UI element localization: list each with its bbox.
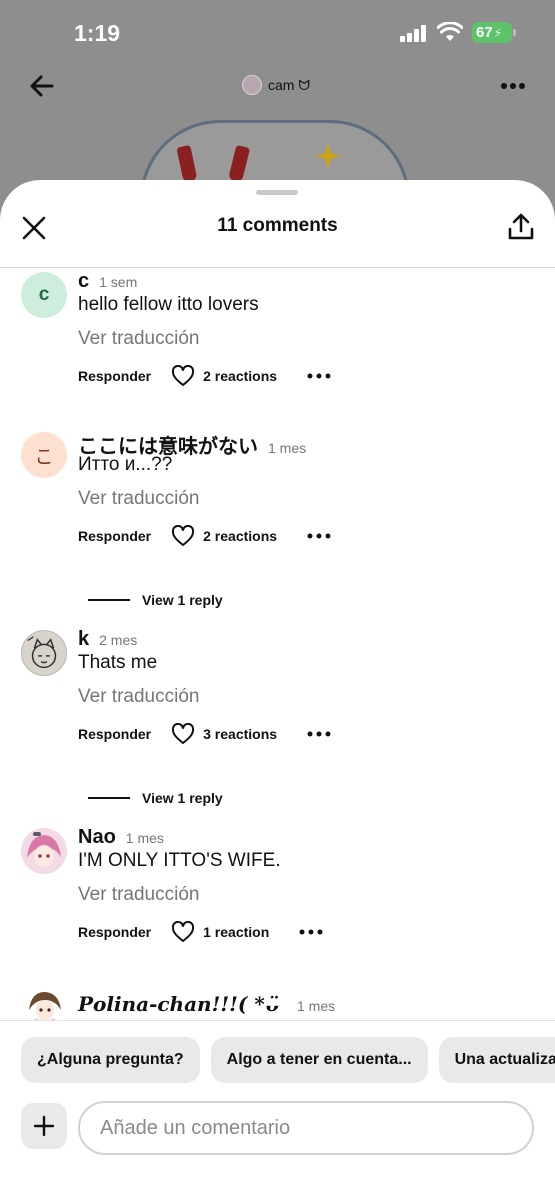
reply-button[interactable]: Responder — [78, 726, 151, 742]
avatar-drawing — [21, 828, 67, 874]
view-replies-label: View 1 reply — [142, 790, 223, 806]
status-bar: 1:19 67 ⚡ — [0, 0, 555, 64]
heart-icon[interactable] — [171, 525, 195, 547]
translate-link[interactable]: Ver traducción — [78, 488, 199, 510]
comment-text: I'M ONLY ITTO'S WIFE. — [78, 850, 281, 871]
comment-item: k 2 mes Thats me Ver traducción Responde… — [0, 628, 555, 770]
comment-item-partial: 𝑷𝒐𝒍𝒊𝒏𝒂-𝒄𝒉𝒂𝒏!!!( *ᴗ̈ 1 mes — [0, 988, 555, 1022]
avatar[interactable] — [21, 828, 67, 874]
heart-icon[interactable] — [171, 723, 195, 745]
comment-header: k 2 mes — [78, 628, 137, 651]
comment-author[interactable]: k — [78, 628, 89, 651]
comments-count-title: 11 comments — [217, 215, 338, 236]
reactions-count[interactable]: 2 reactions — [203, 368, 277, 384]
comment-more-icon[interactable] — [307, 533, 331, 539]
avatar-initial: c — [38, 284, 50, 305]
avatar-initial: こ — [34, 446, 54, 468]
comment-time: 1 mes — [297, 998, 336, 1014]
pin-author-chip[interactable]: cam ᗢ — [242, 74, 310, 96]
comment-actions: Responder 2 reactions — [78, 364, 331, 388]
comment-composer: ¿Alguna pregunta? Algo a tener en cuenta… — [0, 1020, 555, 1200]
view-replies-button[interactable]: View 1 reply — [88, 590, 223, 610]
heart-icon[interactable] — [171, 921, 195, 943]
share-icon[interactable] — [506, 212, 536, 242]
comment-more-icon[interactable] — [299, 929, 323, 935]
reactions-count[interactable]: 1 reaction — [203, 924, 269, 940]
battery-level: 67 — [476, 24, 493, 41]
comment-item: c c 1 sem hello fellow itto lovers Ver t… — [0, 270, 555, 412]
pin-author-avatar — [242, 75, 262, 95]
comment-actions: Responder 3 reactions — [78, 722, 331, 746]
avatar[interactable]: c — [21, 272, 67, 318]
signal-icon — [400, 25, 428, 42]
back-arrow-icon[interactable] — [28, 72, 56, 100]
view-replies-button[interactable]: View 1 reply — [88, 788, 223, 808]
comment-input[interactable] — [78, 1101, 534, 1155]
battery-tip — [513, 29, 516, 36]
comment-time: 1 mes — [125, 830, 164, 846]
avatar[interactable] — [21, 630, 67, 676]
comment-time: 2 mes — [99, 632, 138, 648]
comment-time: 1 mes — [268, 440, 307, 456]
comment-time: 1 sem — [99, 274, 138, 290]
reactions-count[interactable]: 2 reactions — [203, 528, 277, 544]
translate-link[interactable]: Ver traducción — [78, 884, 199, 906]
reply-button[interactable]: Responder — [78, 924, 151, 940]
translate-link[interactable]: Ver traducción — [78, 328, 199, 350]
sheet-header: 11 comments — [0, 198, 555, 268]
add-attachment-button[interactable] — [21, 1103, 67, 1149]
comment-text: hello fellow itto lovers — [78, 294, 259, 315]
star-icon — [315, 143, 341, 169]
wifi-icon — [437, 22, 463, 41]
avatar-drawing — [27, 636, 57, 669]
reactions-count[interactable]: 3 reactions — [203, 726, 277, 742]
avatar-drawing — [29, 992, 61, 1022]
comment-header: Nao 1 mes — [78, 826, 164, 849]
comment-text: Итто и...?? — [78, 454, 173, 475]
view-replies-label: View 1 reply — [142, 592, 223, 608]
comment-author[interactable]: 𝑷𝒐𝒍𝒊𝒏𝒂-𝒄𝒉𝒂𝒏!!!( *ᴗ̈ — [78, 992, 278, 1016]
comment-item: こ ここには意味がない 1 mes Итто и...?? Ver traduc… — [0, 432, 555, 572]
translate-link[interactable]: Ver traducción — [78, 686, 199, 708]
heart-icon[interactable] — [171, 365, 195, 387]
comments-sheet: 11 comments c c 1 sem hello fellow itto … — [0, 180, 555, 1200]
comment-more-icon[interactable] — [307, 731, 331, 737]
suggestion-chip-note[interactable]: Algo a tener en cuenta... — [210, 1037, 428, 1083]
comment-item: Nao 1 mes I'M ONLY ITTO'S WIFE. Ver trad… — [0, 826, 555, 968]
plus-icon — [33, 1115, 55, 1137]
comment-actions: Responder 1 reaction — [78, 920, 323, 944]
suggestion-chip-update[interactable]: Una actualización — [438, 1037, 555, 1083]
more-options-icon[interactable] — [500, 82, 526, 90]
reply-button[interactable]: Responder — [78, 528, 151, 544]
status-time: 1:19 — [74, 20, 121, 46]
battery-icon: 67 ⚡ — [472, 22, 512, 43]
avatar[interactable]: こ — [21, 432, 67, 478]
comment-more-icon[interactable] — [307, 373, 331, 379]
avatar[interactable] — [21, 988, 67, 1022]
suggestion-chip-question[interactable]: ¿Alguna pregunta? — [21, 1037, 200, 1083]
reply-divider-line — [88, 599, 130, 601]
comment-text: Thats me — [78, 652, 158, 673]
comment-author[interactable]: Nao — [78, 826, 116, 849]
pin-author-name: cam ᗢ — [268, 76, 310, 93]
suggestion-chips: ¿Alguna pregunta? Algo a tener en cuenta… — [21, 1037, 555, 1083]
reply-divider-line — [88, 797, 130, 799]
comment-actions: Responder 2 reactions — [78, 524, 331, 548]
comment-author[interactable]: c — [78, 270, 89, 293]
reply-button[interactable]: Responder — [78, 368, 151, 384]
sheet-drag-handle[interactable] — [256, 190, 298, 195]
comment-header: c 1 sem — [78, 270, 137, 293]
